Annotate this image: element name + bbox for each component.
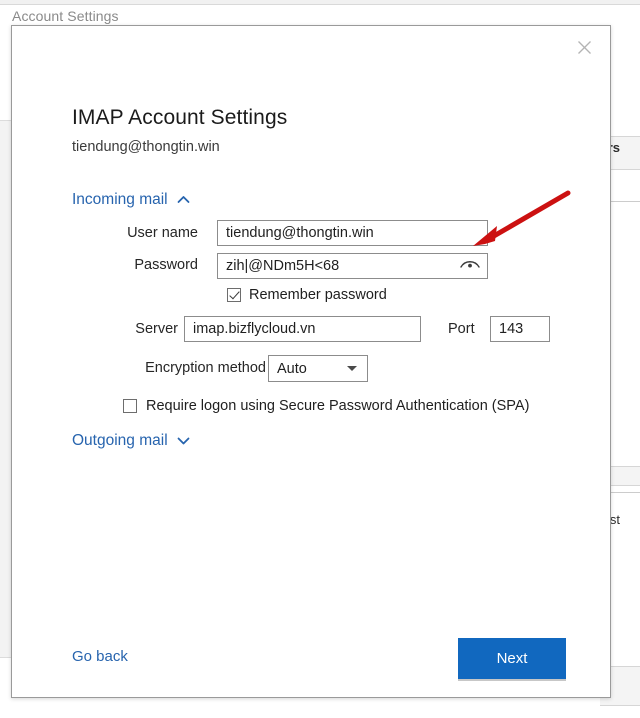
reveal-password-button[interactable] <box>455 255 485 277</box>
port-input[interactable] <box>490 316 550 342</box>
remember-password-row[interactable]: Remember password <box>227 287 387 303</box>
background-top-strip <box>0 0 640 5</box>
username-label: User name <box>127 225 198 241</box>
account-email-subtitle: tiendung@thongtin.win <box>72 139 220 155</box>
close-icon <box>577 40 592 55</box>
section-header-outgoing-mail[interactable]: Outgoing mail <box>72 432 190 450</box>
chevron-down-icon <box>177 433 190 449</box>
encryption-method-label: Encryption method <box>145 360 266 376</box>
imap-account-settings-dialog: IMAP Account Settings tiendung@thongtin.… <box>11 25 611 698</box>
eye-icon <box>459 258 481 274</box>
section-label-incoming-mail: Incoming mail <box>72 191 168 208</box>
chevron-up-icon <box>177 192 190 208</box>
page-title: IMAP Account Settings <box>72 106 288 129</box>
remember-password-label: Remember password <box>249 287 387 303</box>
spa-row[interactable]: Require logon using Secure Password Auth… <box>123 398 529 414</box>
username-input[interactable] <box>217 220 488 246</box>
encryption-method-select[interactable]: Auto <box>268 355 368 382</box>
server-input[interactable] <box>184 316 421 342</box>
section-label-outgoing-mail: Outgoing mail <box>72 432 168 449</box>
password-field-wrapper <box>217 253 488 279</box>
encryption-method-value: Auto <box>277 360 307 377</box>
spa-checkbox[interactable] <box>123 399 137 413</box>
close-button[interactable] <box>562 30 606 64</box>
go-back-link[interactable]: Go back <box>72 648 128 665</box>
server-label: Server <box>135 321 178 337</box>
chevron-down-icon <box>347 366 357 371</box>
background-account-settings-label: Account Settings <box>12 8 119 24</box>
screen-root: Account Settings rs ost IMAP Account Set… <box>0 0 640 718</box>
section-header-incoming-mail[interactable]: Incoming mail <box>72 191 190 209</box>
password-input[interactable] <box>217 253 488 279</box>
next-button[interactable]: Next <box>458 638 566 679</box>
port-label: Port <box>448 321 475 337</box>
password-label: Password <box>134 257 198 273</box>
remember-password-checkbox[interactable] <box>227 288 241 302</box>
spa-label: Require logon using Secure Password Auth… <box>146 398 530 414</box>
